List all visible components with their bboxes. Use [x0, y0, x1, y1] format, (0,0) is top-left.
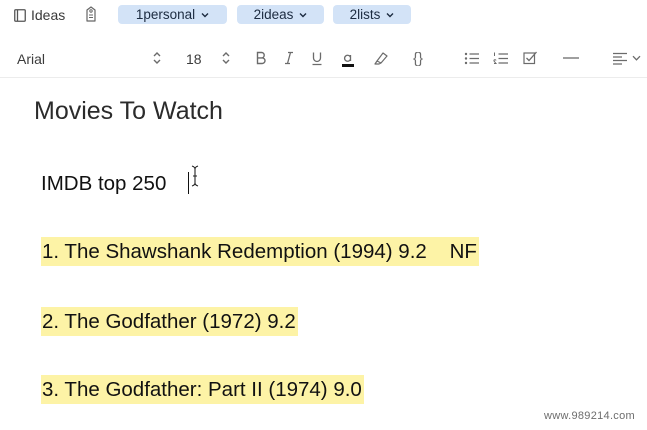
numbered-list-icon	[493, 52, 508, 64]
font-size-select[interactable]: 18	[186, 51, 202, 67]
text-caret	[188, 172, 189, 194]
underline-button[interactable]	[308, 47, 326, 69]
notebook-selector[interactable]: Ideas	[14, 5, 65, 25]
watermark: www.989214.com	[543, 410, 635, 422]
notebook-icon	[14, 8, 26, 22]
tag-chip-1personal[interactable]: 1personal	[118, 5, 227, 24]
italic-icon	[285, 51, 293, 65]
bulleted-list-icon	[464, 52, 479, 64]
note-header-bar: Ideas 1personal 2ideas 2lists	[0, 0, 647, 32]
up-down-arrows-icon	[222, 52, 230, 64]
numbered-list-button[interactable]	[492, 47, 510, 69]
toolbar-divider	[0, 77, 647, 78]
font-family-stepper[interactable]	[150, 47, 164, 69]
chevron-down-icon	[386, 12, 394, 17]
formatting-toolbar: Arial 18 {}	[0, 40, 647, 76]
underline-icon	[312, 52, 322, 65]
alignment-menu-button[interactable]	[609, 47, 643, 69]
highlighted-text: 2. The Godfather (1972) 9.2	[41, 307, 298, 336]
up-down-arrows-icon	[153, 52, 161, 64]
code-block-button[interactable]: {}	[405, 47, 431, 69]
tag-chip-label: 2lists	[349, 7, 381, 22]
tag-chip-2lists[interactable]: 2lists	[333, 5, 411, 24]
checklist-button[interactable]	[521, 47, 539, 69]
tag-chip-2ideas[interactable]: 2ideas	[237, 5, 324, 24]
text-color-button[interactable]	[338, 47, 358, 69]
tag-icon[interactable]	[84, 6, 98, 22]
bold-button[interactable]	[252, 47, 270, 69]
note-paragraph[interactable]: 1. The Shawshank Redemption (1994) 9.2 N…	[41, 237, 479, 266]
italic-button[interactable]	[280, 47, 298, 69]
highlighted-text: 3. The Godfather: Part II (1974) 9.0	[41, 375, 364, 404]
checkbox-icon	[522, 51, 537, 65]
highlighter-icon	[374, 52, 388, 65]
tag-chip-label: 1personal	[135, 7, 196, 22]
horizontal-rule-icon	[563, 57, 579, 59]
bulleted-list-button[interactable]	[463, 47, 481, 69]
horizontal-rule-button[interactable]	[560, 47, 582, 69]
code-braces-icon: {}	[412, 49, 424, 67]
chevron-down-icon	[299, 12, 307, 17]
note-paragraph[interactable]: IMDB top 250	[41, 172, 166, 196]
note-paragraph[interactable]: 3. The Godfather: Part II (1974) 9.0	[41, 375, 364, 404]
highlight-button[interactable]	[371, 47, 391, 69]
font-family-select[interactable]: Arial	[17, 51, 45, 67]
tag-chip-label: 2ideas	[253, 7, 294, 22]
note-title[interactable]: Movies To Watch	[34, 97, 223, 126]
paragraph-text: IMDB top 250	[41, 172, 167, 195]
align-left-icon	[612, 52, 627, 65]
note-paragraph[interactable]: 2. The Godfather (1972) 9.2	[41, 307, 298, 336]
highlighted-text: 1. The Shawshank Redemption (1994) 9.2 N…	[41, 237, 479, 266]
text-color-icon	[342, 54, 354, 67]
bold-icon	[256, 51, 266, 65]
ibeam-cursor-icon	[191, 165, 199, 187]
chevron-down-icon	[201, 12, 209, 17]
notebook-label: Ideas	[31, 7, 66, 23]
font-size-stepper[interactable]	[219, 47, 233, 69]
chevron-down-icon	[632, 55, 640, 61]
